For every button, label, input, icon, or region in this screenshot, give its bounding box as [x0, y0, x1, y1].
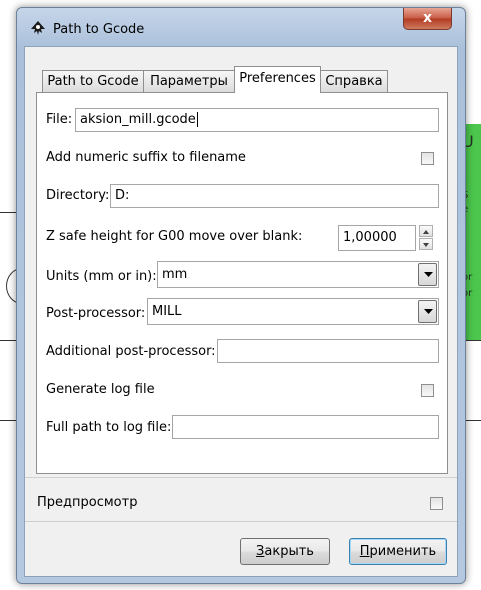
additional-post-processor-label: Additional post-processor: — [46, 344, 216, 359]
canvas-line — [0, 212, 16, 213]
path-to-gcode-dialog: Path to Gcode x Path to Gcode Параметры … — [16, 7, 466, 584]
log-path-input[interactable] — [172, 415, 439, 439]
close-button-label: акрыть — [264, 544, 314, 559]
window-title: Path to Gcode — [53, 22, 145, 37]
dialog-client-area: Path to Gcode Параметры Preferences Спра… — [24, 46, 458, 577]
divider — [25, 477, 457, 478]
apply-button[interactable]: Применить — [349, 538, 447, 565]
file-label: File: — [46, 112, 73, 127]
preview-label: Предпросмотр — [37, 495, 138, 510]
apply-button-mnemonic: П — [359, 544, 370, 559]
z-safe-height-label: Z safe height for G00 move over blank: — [46, 229, 303, 244]
spin-up-icon[interactable] — [419, 225, 433, 237]
canvas-line — [0, 340, 16, 341]
units-label: Units (mm or in): — [46, 269, 157, 284]
close-button[interactable]: Закрыть — [240, 538, 330, 565]
file-input[interactable]: aksion_mill.gcode — [75, 108, 439, 132]
canvas-line — [464, 340, 481, 341]
spin-down-icon[interactable] — [419, 238, 433, 250]
tab-path-to-gcode[interactable]: Path to Gcode — [42, 70, 144, 92]
tab-help[interactable]: Справка — [320, 70, 388, 92]
preferences-panel: File: aksion_mill.gcode Add numeric suff… — [36, 92, 448, 474]
apply-button-label: рименить — [369, 544, 437, 559]
z-safe-height-spinbox[interactable]: 1,00000 — [338, 225, 434, 251]
directory-input[interactable]: D: — [110, 184, 439, 208]
chevron-down-icon[interactable] — [418, 263, 437, 286]
units-select[interactable]: mm — [157, 261, 439, 288]
tab-preferences[interactable]: Preferences — [234, 66, 321, 93]
units-select-value: mm — [162, 267, 188, 282]
canvas-line — [464, 420, 481, 421]
log-path-label: Full path to log file: — [46, 420, 172, 435]
file-input-value: aksion_mill.gcode — [80, 112, 196, 127]
post-processor-select-value: MILL — [152, 304, 182, 319]
numeric-suffix-label: Add numeric suffix to filename — [46, 150, 246, 165]
z-safe-height-value[interactable]: 1,00000 — [338, 225, 416, 251]
chevron-down-icon[interactable] — [418, 300, 437, 323]
divider — [25, 521, 457, 522]
generate-log-label: Generate log file — [46, 382, 155, 397]
preview-checkbox[interactable] — [430, 497, 443, 510]
canvas-line — [0, 420, 16, 421]
post-processor-label: Post-processor: — [46, 306, 146, 321]
post-processor-select[interactable]: MILL — [147, 298, 439, 325]
tab-parameters[interactable]: Параметры — [143, 70, 235, 92]
directory-label: Directory: — [46, 188, 110, 203]
generate-log-checkbox[interactable] — [421, 384, 434, 397]
numeric-suffix-checkbox[interactable] — [421, 152, 434, 165]
additional-post-processor-input[interactable] — [217, 339, 439, 363]
inkscape-icon — [29, 20, 47, 38]
title-bar[interactable]: Path to Gcode x — [17, 8, 465, 48]
close-icon[interactable]: x — [403, 8, 452, 30]
